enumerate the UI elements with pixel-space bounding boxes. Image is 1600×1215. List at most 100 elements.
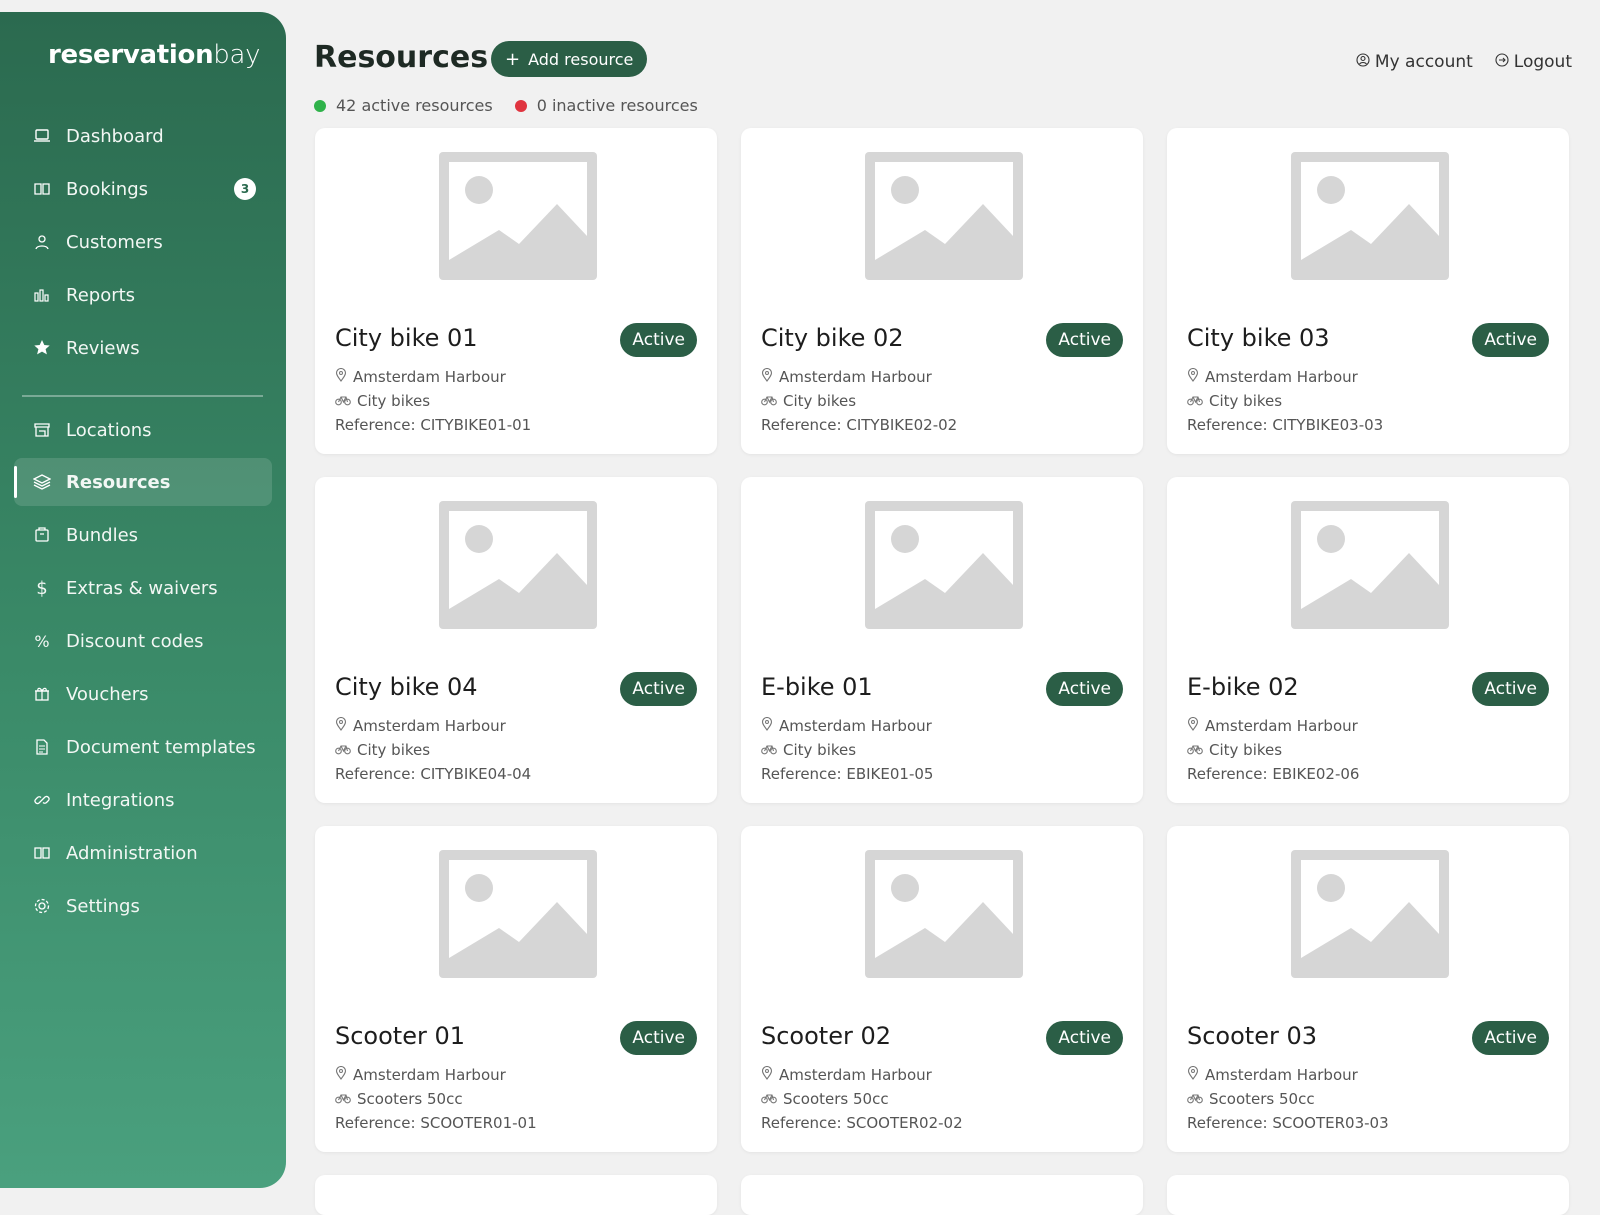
status-badge: Active <box>1046 1021 1123 1055</box>
resource-card[interactable]: Scooter 02 Active Amsterdam Harbour Scooter… <box>741 826 1143 1152</box>
image-placeholder-icon <box>439 850 597 978</box>
resource-reference: Reference: CITYBIKE03-03 <box>1187 416 1384 434</box>
sidebar-item-resources[interactable]: Resources <box>14 458 272 506</box>
sidebar-item-reports[interactable]: Reports <box>14 271 272 319</box>
resource-category: City bikes <box>1187 392 1282 410</box>
resource-category: Scooters 50cc <box>335 1090 463 1108</box>
resource-name: City bike 01 <box>335 324 478 352</box>
sidebar-item-administration[interactable]: Administration <box>14 829 272 877</box>
add-resource-button[interactable]: + Add resource <box>491 41 648 77</box>
resource-reference: Reference: SCOOTER03-03 <box>1187 1114 1389 1132</box>
resource-location: Amsterdam Harbour <box>761 1065 932 1084</box>
resource-location: Amsterdam Harbour <box>1187 716 1358 735</box>
resource-card[interactable]: Scooter 01 Active Amsterdam Harbour Scooter… <box>315 826 717 1152</box>
category-text: City bikes <box>783 392 857 410</box>
sidebar: reservationbay Dashboard Bookings 3 Cust… <box>0 12 286 1188</box>
resource-name: City bike 04 <box>335 673 478 701</box>
location-text: Amsterdam Harbour <box>353 717 506 735</box>
resource-card[interactable] <box>315 1175 717 1215</box>
image-placeholder-icon <box>1291 152 1449 280</box>
book-open-icon <box>32 843 52 863</box>
sidebar-item-discount-codes[interactable]: % Discount codes <box>14 617 272 665</box>
resource-reference: Reference: EBIKE01-05 <box>761 765 934 783</box>
status-badge: Active <box>620 323 697 357</box>
bike-icon <box>1187 392 1203 410</box>
resource-reference: Reference: CITYBIKE02-02 <box>761 416 958 434</box>
status-badge: Active <box>1046 672 1123 706</box>
resource-card[interactable]: Scooter 03 Active Amsterdam Harbour Scooter… <box>1167 826 1569 1152</box>
sidebar-item-customers[interactable]: Customers <box>14 218 272 266</box>
sidebar-item-label: Document templates <box>66 736 256 758</box>
sidebar-item-label: Administration <box>66 842 198 864</box>
resource-card[interactable]: E-bike 02 Active Amsterdam Harbour City bik… <box>1167 477 1569 803</box>
resource-name: Scooter 03 <box>1187 1022 1318 1050</box>
sidebar-item-bookings[interactable]: Bookings 3 <box>14 165 272 213</box>
sidebar-item-label: Reports <box>66 284 136 306</box>
store-icon <box>32 420 52 440</box>
sidebar-item-settings[interactable]: Settings <box>14 882 272 930</box>
status-badge: Active <box>1046 323 1123 357</box>
image-placeholder-icon <box>865 152 1023 280</box>
category-text: City bikes <box>1209 741 1283 759</box>
sidebar-item-label: Integrations <box>66 789 175 811</box>
sidebar-item-label: Locations <box>66 419 152 441</box>
logo-text-light: bay <box>213 40 261 70</box>
image-placeholder-icon <box>439 152 597 280</box>
resource-stats: 42 active resources 0 inactive resources <box>314 96 698 115</box>
sidebar-item-reviews[interactable]: Reviews <box>14 324 272 372</box>
resource-reference: Reference: CITYBIKE04-04 <box>335 765 532 783</box>
inactive-count-label: 0 inactive resources <box>536 96 698 115</box>
active-count[interactable]: 42 active resources <box>314 96 493 115</box>
resource-card[interactable]: City bike 01 Active Amsterdam Harbour City … <box>315 128 717 454</box>
sidebar-item-label: Discount codes <box>66 630 204 652</box>
resource-card[interactable]: City bike 04 Active Amsterdam Harbour City … <box>315 477 717 803</box>
location-pin-icon <box>761 367 773 386</box>
resource-location: Amsterdam Harbour <box>335 1065 506 1084</box>
package-icon <box>32 525 52 545</box>
resource-name: E-bike 02 <box>1187 673 1299 701</box>
location-text: Amsterdam Harbour <box>353 368 506 386</box>
sidebar-item-label: Customers <box>66 231 163 253</box>
resource-location: Amsterdam Harbour <box>1187 367 1358 386</box>
status-badge: Active <box>620 1021 697 1055</box>
resource-card[interactable]: City bike 03 Active Amsterdam Harbour City … <box>1167 128 1569 454</box>
resource-name: Scooter 02 <box>761 1022 892 1050</box>
sidebar-item-label: Bookings <box>66 178 149 200</box>
resource-card[interactable] <box>741 1175 1143 1215</box>
category-text: City bikes <box>357 392 431 410</box>
image-placeholder-icon <box>439 501 597 629</box>
account-icon <box>1356 52 1370 72</box>
percent-icon: % <box>34 631 50 651</box>
status-badge: Active <box>1472 672 1549 706</box>
location-pin-icon <box>1187 1065 1199 1084</box>
sidebar-item-label: Vouchers <box>66 683 149 705</box>
resource-card[interactable]: City bike 02 Active Amsterdam Harbour City … <box>741 128 1143 454</box>
resource-location: Amsterdam Harbour <box>1187 1065 1358 1084</box>
resource-reference: Reference: EBIKE02-06 <box>1187 765 1360 783</box>
sidebar-item-extras-waivers[interactable]: $ Extras & waivers <box>14 564 272 612</box>
sidebar-item-integrations[interactable]: Integrations <box>14 776 272 824</box>
sidebar-item-label: Bundles <box>66 524 139 546</box>
sidebar-item-bundles[interactable]: Bundles <box>14 511 272 559</box>
sidebar-item-locations[interactable]: Locations <box>14 406 272 454</box>
sidebar-divider <box>22 395 263 397</box>
sidebar-item-dashboard[interactable]: Dashboard <box>14 112 272 160</box>
inactive-count[interactable]: 0 inactive resources <box>514 96 698 115</box>
book-icon <box>32 179 52 199</box>
category-text: Scooters 50cc <box>783 1090 889 1108</box>
add-resource-label: Add resource <box>528 49 634 69</box>
logout-link[interactable]: Logout <box>1495 52 1572 72</box>
laptop-icon <box>32 126 52 146</box>
category-text: City bikes <box>1209 392 1283 410</box>
app-logo[interactable]: reservationbay <box>48 40 261 70</box>
bike-icon <box>761 1090 777 1108</box>
sidebar-item-label: Resources <box>66 471 171 493</box>
resource-location: Amsterdam Harbour <box>761 367 932 386</box>
my-account-link[interactable]: My account <box>1356 52 1473 72</box>
resource-card[interactable] <box>1167 1175 1569 1215</box>
image-placeholder-icon <box>1291 850 1449 978</box>
sidebar-item-vouchers[interactable]: Vouchers <box>14 670 272 718</box>
status-badge: Active <box>1472 323 1549 357</box>
sidebar-item-document-templates[interactable]: Document templates <box>14 723 272 771</box>
resource-card[interactable]: E-bike 01 Active Amsterdam Harbour City bik… <box>741 477 1143 803</box>
